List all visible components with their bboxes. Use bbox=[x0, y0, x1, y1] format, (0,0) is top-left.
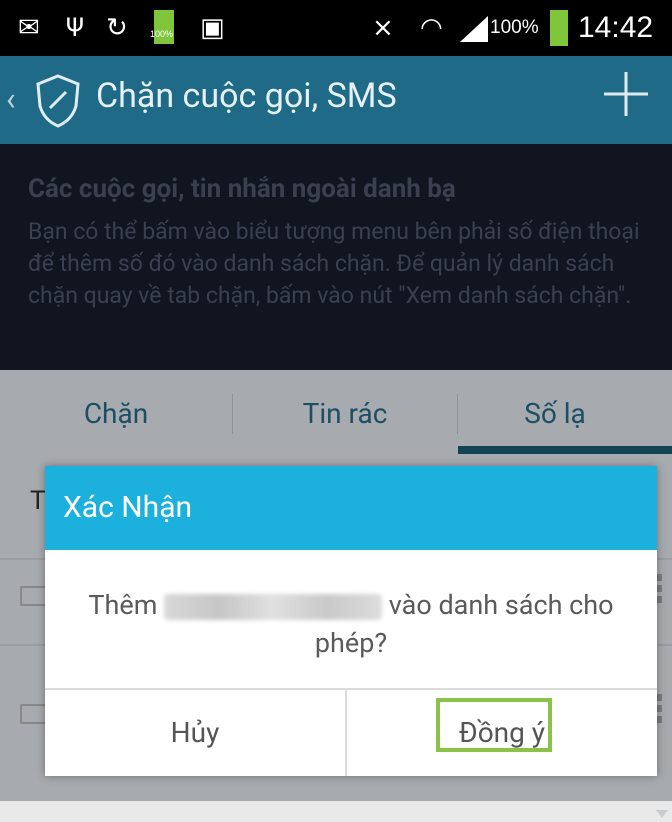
status-time: 14:42 bbox=[578, 11, 654, 44]
dialog-title: Xác Nhận bbox=[63, 490, 193, 525]
usb-icon: Ψ bbox=[66, 13, 84, 43]
confirm-dialog: Xác Nhận Thêm vào danh sách cho phép? Hủ… bbox=[45, 466, 657, 776]
list-header-partial: T bbox=[30, 486, 46, 516]
cancel-button[interactable]: Hủy bbox=[45, 690, 345, 776]
chevron-left-icon[interactable]: ‹ bbox=[6, 80, 16, 118]
tab-unknown-numbers[interactable]: Số lạ bbox=[458, 370, 652, 458]
wifi-icon: ◠ bbox=[420, 13, 443, 43]
mail-icon: ✉ bbox=[18, 13, 40, 43]
info-body: Bạn có thể bấm vào biểu tượng menu bên p… bbox=[28, 218, 640, 309]
info-panel: Các cuộc gọi, tin nhắn ngoài danh bạ Bạn… bbox=[0, 144, 672, 370]
plus-icon[interactable] bbox=[600, 68, 652, 120]
status-bar: ✉ Ψ ↻ 100% ▣ ⨯ ◠ 100% 14:42 bbox=[0, 0, 672, 56]
info-title: Các cuộc gọi, tin nhắn ngoài danh bạ bbox=[28, 174, 456, 204]
envelope-icon bbox=[20, 704, 48, 724]
battery-percent: 100% bbox=[490, 17, 539, 38]
dialog-message: Thêm vào danh sách cho phép? bbox=[65, 586, 637, 662]
message-prefix: Thêm bbox=[88, 589, 158, 621]
tab-spam[interactable]: Tin rác bbox=[233, 370, 457, 458]
battery-icon bbox=[550, 10, 568, 46]
store-bag-icon: ▣ bbox=[200, 13, 225, 43]
envelope-icon bbox=[20, 586, 48, 606]
redacted-phone-number bbox=[164, 593, 383, 620]
sync-icon: ↻ bbox=[106, 13, 128, 43]
app-bar: ‹ Chặn cuộc gọi, SMS bbox=[0, 56, 672, 144]
battery-charging-icon: 100% bbox=[150, 10, 174, 44]
tab-block[interactable]: Chặn bbox=[0, 370, 232, 458]
confirm-highlight-box bbox=[436, 698, 552, 752]
mute-icon: ⨯ bbox=[372, 13, 394, 43]
tab-selected-underline bbox=[458, 446, 672, 454]
shield-icon bbox=[30, 72, 86, 128]
dialog-header: Xác Nhận bbox=[45, 466, 657, 550]
tab-bar: Chặn Tin rác Số lạ bbox=[0, 370, 672, 818]
signal-icon bbox=[460, 16, 488, 42]
battery-small-label: 100% bbox=[150, 29, 174, 39]
app-title: Chặn cuộc gọi, SMS bbox=[96, 76, 397, 116]
